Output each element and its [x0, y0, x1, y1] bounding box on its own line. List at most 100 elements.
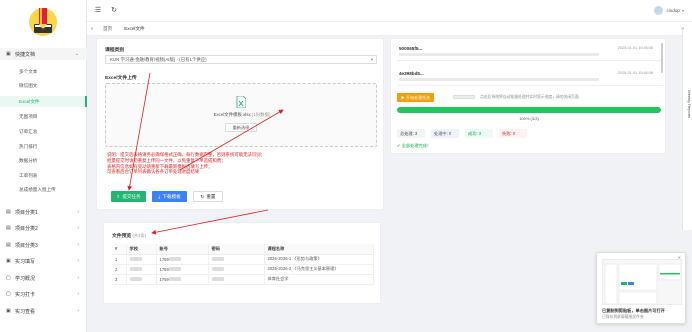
thumbnail-preview-icon [604, 263, 682, 305]
cell-index: 3 [112, 274, 127, 285]
sidebar-item[interactable]: 总成绩量入批上传 [0, 184, 87, 195]
cell-account: 1759 [156, 254, 209, 265]
reset-button[interactable]: ↻ 重置 [193, 191, 223, 202]
chevron-right-icon: › [77, 275, 79, 281]
col-password: 密码 [208, 244, 265, 255]
sidebar-group[interactable]: ▤ 项目分类1 › [0, 206, 87, 218]
sidebar-item[interactable]: 工单列表 [0, 170, 87, 181]
pencil-book-logo-icon [29, 8, 57, 36]
stat-failed: 失败: 0 [499, 129, 527, 138]
task-log-placeholder [399, 78, 599, 81]
cell-account: 1759 [156, 274, 209, 285]
stat-total: 总处理: 3 [397, 129, 425, 138]
task-log-scrollbar[interactable] [661, 43, 663, 73]
side-panel[interactable]: Weekly Reports [682, 30, 692, 230]
username: cindop [666, 8, 680, 13]
tab-excel[interactable]: Excel文件 [118, 26, 150, 32]
reselect-button[interactable]: 重新选择 [225, 123, 257, 132]
menu-group-icon: ▢ [6, 290, 11, 297]
preview-table: # 学校 账号 密码 课程名称 1 1759 2025-2026-1 《形势与政… [112, 244, 374, 285]
file-dropzone[interactable]: Excel文件模板.xlsx (1份数据) 重新选择 [105, 83, 377, 147]
task-id: 4e398bd5... [399, 71, 424, 76]
screenshot-thumbnail[interactable] [602, 259, 682, 305]
cell-password [208, 254, 265, 265]
submit-task-button[interactable]: ⇪ 提交任务 [111, 191, 146, 202]
course-select-value: KUN 学习通-金融/教育/视频(AI版) · (已有1个供应) [110, 57, 207, 62]
avatar [654, 6, 664, 15]
sidebar-group[interactable]: ▢ 学习概况 › [0, 272, 87, 284]
redacted-block [168, 277, 181, 282]
preview-count: (共3条) [132, 233, 147, 238]
sidebar-group-label: 实习查看 [15, 308, 36, 315]
cell-course: 2025-2026-1 《形势与政策》 [264, 254, 374, 265]
start-task-chip[interactable]: ▶ 开始处理任务 [397, 93, 435, 102]
screenshot-notification[interactable]: ✕ 已复制到剪贴板，单击图片可打开 已保存到屏幕截图文件夹 [596, 252, 686, 324]
sidebar-group[interactable]: ▢ 实习打卡 › [0, 288, 87, 300]
menu-group-icon: ▤ [6, 241, 11, 248]
selected-file-text: Excel文件模板.xlsx (1份数据) [106, 112, 378, 118]
sidebar-item[interactable]: 无图项目 [0, 111, 87, 122]
menu-group-icon: ▤ [6, 208, 11, 215]
sidebar-item[interactable]: Excel文件 [0, 96, 87, 107]
cell-school [126, 264, 157, 275]
download-template-label: 下载模板 [162, 193, 181, 199]
sidebar-group[interactable]: ▤ 项目分类3 › [0, 239, 87, 251]
chevron-right-icon: › [77, 225, 79, 231]
col-index: # [112, 244, 127, 255]
refresh-icon[interactable]: ↻ [109, 6, 119, 16]
table-header-row: # 学校 账号 密码 课程名称 [112, 244, 374, 255]
upload-icon: ⇪ [116, 193, 121, 199]
chevron-down-icon: ▾ [681, 8, 684, 13]
upload-notes: 说明：提交后表格请务必确保格式正确、每行数据完整，否则系统可能无法识别； 批量提… [107, 152, 282, 175]
logo [0, 0, 86, 42]
tabs-prev-icon[interactable]: « [87, 26, 97, 32]
menu-group-icon: ▢ [6, 274, 11, 281]
reset-label: 重置 [206, 193, 216, 199]
task-timestamp: 2025-01-01 15:46:08 [617, 46, 653, 50]
submit-task-label: 提交任务 [122, 193, 141, 199]
menu-group-icon: ▣ [6, 50, 11, 57]
preview-title-text: 文件预览 [112, 234, 132, 239]
menu-group-icon: ▣ [6, 307, 11, 314]
selected-file-name: Excel文件模板.xlsx [213, 112, 251, 117]
cell-account-text: 1759 [159, 256, 169, 262]
stat-success: 成功: 3 [465, 129, 493, 138]
check-circle-icon: ✔ [397, 143, 401, 148]
redacted-block [211, 277, 224, 282]
sidebar-group[interactable]: ▣ 快捷文档 ⌄ [0, 48, 87, 60]
excel-upload-label: Excel文件上传 [105, 76, 137, 81]
sidebar-group[interactable]: ▣ 实习填写 › [0, 255, 87, 267]
user-menu[interactable]: cindop ▾ [654, 6, 684, 15]
table-row: 2 1759 2025-2026-2 《马克思主义基本原理》 [112, 264, 374, 275]
cell-school [126, 254, 157, 265]
task-description-text: 点击后系统将自动批量处理并实时显示进度，请勿关闭页面 [480, 95, 579, 99]
menu-toggle-icon[interactable]: ☰ [93, 6, 103, 16]
sidebar-group[interactable]: ▣ 实习查看 › [0, 305, 87, 317]
task-panel: 500065f5... 2025-01-01 15:46:08 4e398bd5… [390, 38, 666, 154]
sidebar-group-label: 实习打卡 [15, 291, 36, 298]
tab-home[interactable]: 首页 [97, 26, 118, 32]
sidebar-item[interactable]: 热门排行 [0, 141, 87, 152]
completion-message: ✔ 全部处理完成！ [397, 143, 431, 149]
notification-title: 已复制到剪贴板，单击图片可打开 [602, 308, 665, 313]
table-row: 1 1759 2025-2026-1 《形势与政策》 [112, 254, 374, 265]
cell-index: 2 [112, 264, 127, 275]
notification-subtitle: 已保存到屏幕截图文件夹 [602, 315, 644, 319]
redacted-block [211, 257, 224, 262]
course-label: 课程类别 [105, 48, 125, 53]
sidebar-group[interactable]: ▤ 项目分类2 › [0, 222, 87, 234]
top-bar: ☰ ↻ cindop ▾ [87, 0, 692, 22]
sidebar-item[interactable]: 微信图文 [0, 80, 87, 91]
sidebar-item[interactable]: 订单汇总 [0, 126, 87, 137]
sidebar-item[interactable]: 多个文本 [0, 66, 87, 77]
chevron-right-icon: › [77, 242, 79, 248]
sidebar-group-label: 快捷文档 [15, 51, 36, 58]
download-template-button[interactable]: ⤓ 下载模板 [152, 191, 187, 202]
sidebar-item[interactable]: 数据分析 [0, 155, 87, 166]
file-preview-card: 文件预览 (共3条) # 学校 账号 密码 课程名称 1 1759 2025-2… [103, 222, 381, 304]
close-icon[interactable]: ✕ [678, 255, 681, 260]
cell-account-text: 1759 [159, 266, 169, 272]
side-panel-label: Weekly Reports [687, 90, 692, 119]
course-select[interactable]: KUN 学习通-金融/教育/视频(AI版) · (已有1个供应) ▾ [105, 55, 377, 64]
task-log-item: 4e398bd5... 2025-01-01 15:46:08 [397, 68, 663, 86]
